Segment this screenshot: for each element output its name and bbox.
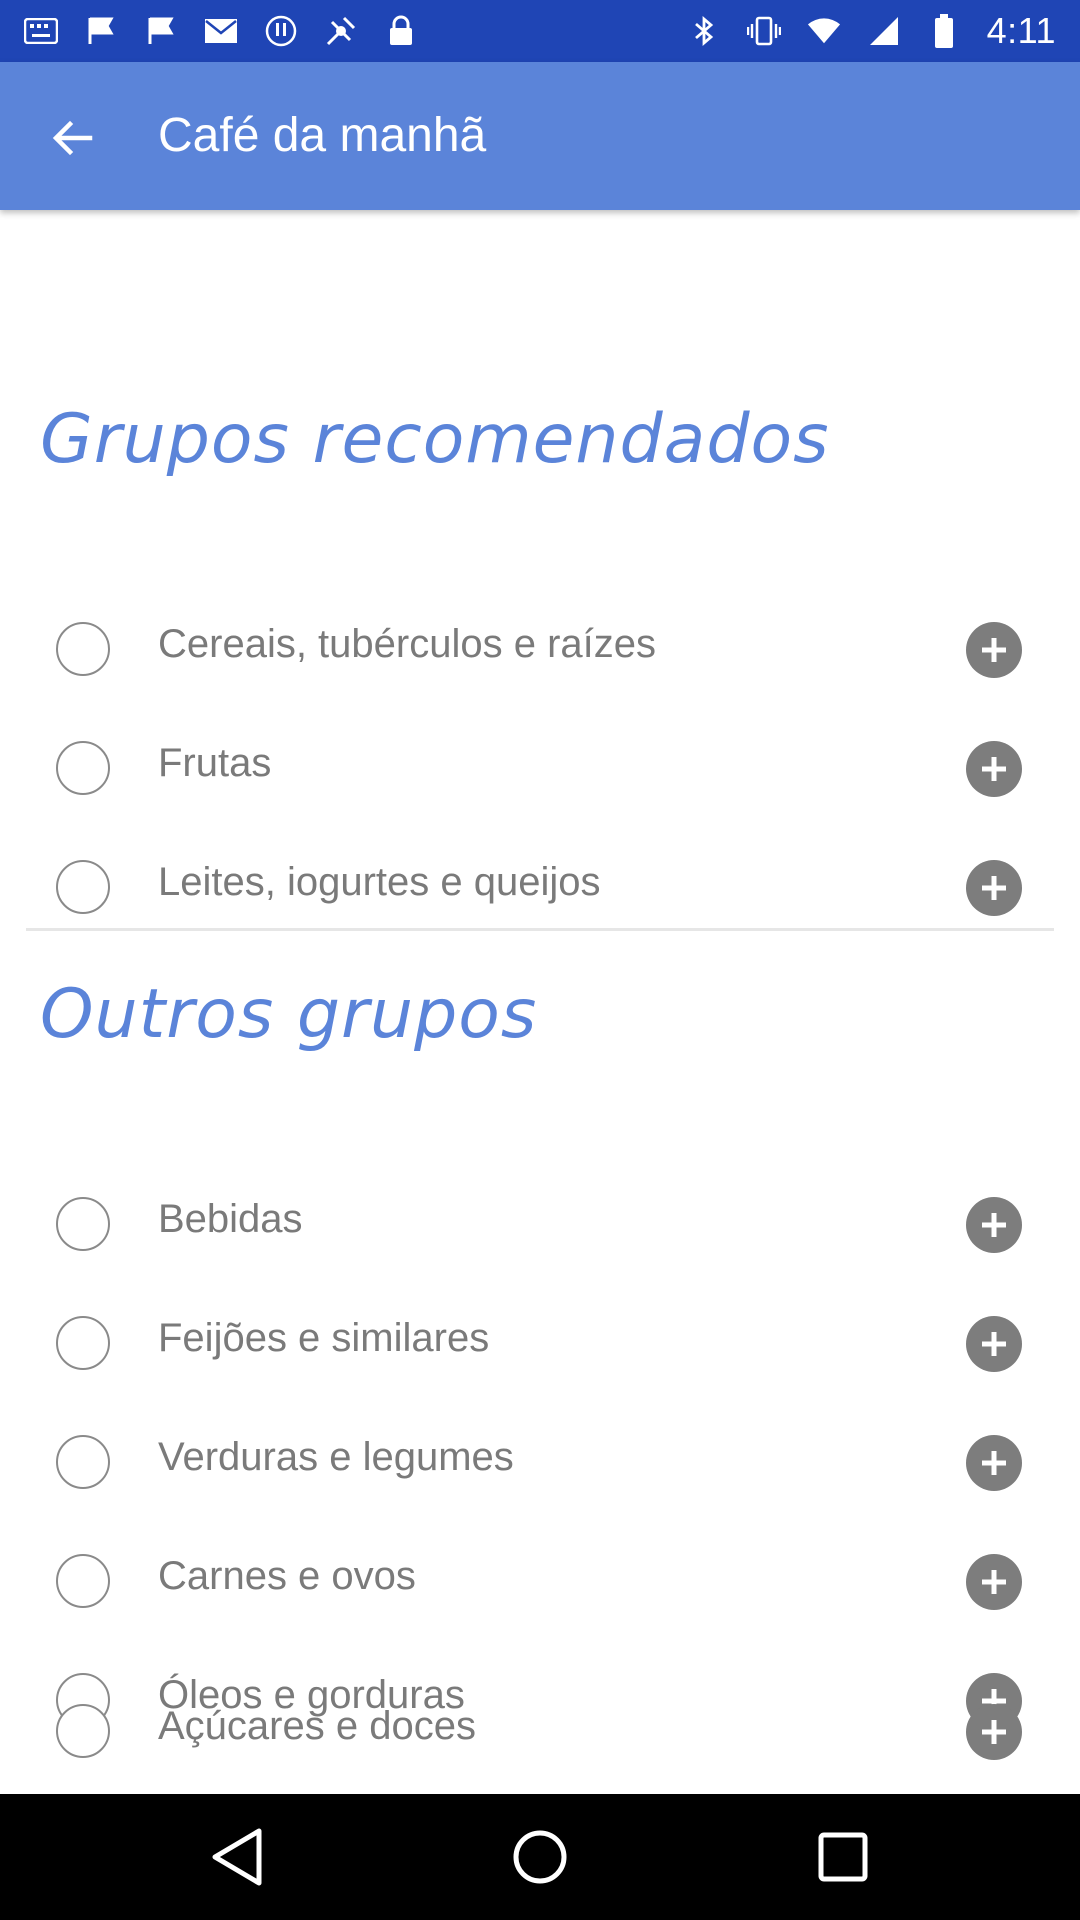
- section-title-recommended: Grupos recomendados: [40, 400, 830, 479]
- plus-icon: [982, 757, 1006, 781]
- radio-button[interactable]: [56, 622, 110, 676]
- radio-button[interactable]: [56, 741, 110, 795]
- add-button[interactable]: [966, 622, 1022, 678]
- add-button[interactable]: [966, 860, 1022, 916]
- add-button[interactable]: [966, 1316, 1022, 1372]
- signal-icon: [867, 14, 901, 48]
- keyboard-icon: [24, 14, 58, 48]
- section-title-others: Outros grupos: [40, 975, 538, 1054]
- radio-button[interactable]: [56, 1435, 110, 1489]
- radio-button[interactable]: [56, 1316, 110, 1370]
- back-button[interactable]: [36, 102, 108, 174]
- list-item[interactable]: Carnes e ovos: [0, 1524, 1080, 1643]
- item-label: Carnes e ovos: [158, 1554, 416, 1598]
- plus-icon: [982, 1213, 1006, 1237]
- bluetooth-icon: [687, 14, 721, 48]
- triangle-back-icon: [212, 1828, 262, 1886]
- list-item[interactable]: Feijões e similares: [0, 1286, 1080, 1405]
- radio-button[interactable]: [56, 1704, 110, 1758]
- plus-icon: [982, 638, 1006, 662]
- plus-icon: [982, 1332, 1006, 1356]
- add-button[interactable]: [966, 1435, 1022, 1491]
- arrow-left-icon: [52, 120, 93, 156]
- flag-icon: [84, 14, 118, 48]
- app-bar: Café da manhã: [0, 62, 1080, 210]
- add-button[interactable]: [966, 1197, 1022, 1253]
- status-left-icons: [24, 0, 418, 62]
- list-item[interactable]: Frutas: [0, 711, 1080, 830]
- radio-button[interactable]: [56, 1554, 110, 1608]
- nav-home-button[interactable]: [503, 1820, 577, 1894]
- mail-icon: [204, 14, 238, 48]
- clock: 4:11: [986, 10, 1056, 51]
- add-button[interactable]: [966, 1704, 1022, 1760]
- list-item[interactable]: Bebidas: [0, 1167, 1080, 1286]
- radio-button[interactable]: [56, 860, 110, 914]
- item-label: Frutas: [158, 741, 272, 785]
- nav-back-button[interactable]: [200, 1820, 274, 1894]
- group-list[interactable]: Grupos recomendados Cereais, tubérculos …: [0, 210, 1080, 1794]
- page-title: Café da manhã: [158, 109, 487, 162]
- item-label: Cereais, tubérculos e raízes: [158, 622, 657, 666]
- circle-home-icon: [513, 1830, 567, 1884]
- plus-icon: [982, 1451, 1006, 1475]
- vibrate-icon: [746, 14, 781, 48]
- nav-recents-button[interactable]: [806, 1820, 880, 1894]
- square-recents-icon: [818, 1832, 868, 1882]
- flag-icon: [144, 14, 178, 48]
- alert-icon: [264, 14, 298, 48]
- item-label: Verduras e legumes: [158, 1435, 514, 1479]
- list-item[interactable]: Leites, iogurtes e queijos: [0, 830, 1080, 949]
- item-label: Feijões e similares: [158, 1316, 490, 1360]
- status-bar: 4:11: [0, 0, 1080, 62]
- plus-icon: [982, 1720, 1006, 1744]
- wifi-icon: [807, 14, 841, 48]
- item-label: Bebidas: [158, 1197, 303, 1241]
- radio-button[interactable]: [56, 1197, 110, 1251]
- section-divider: [26, 928, 1054, 931]
- item-label: Leites, iogurtes e queijos: [158, 860, 601, 904]
- add-button[interactable]: [966, 741, 1022, 797]
- battery-icon: [927, 14, 961, 48]
- plus-icon: [982, 876, 1006, 900]
- plus-icon: [982, 1570, 1006, 1594]
- status-right-icons: 4:11: [687, 0, 1056, 62]
- add-button[interactable]: [966, 1554, 1022, 1610]
- list-item[interactable]: Verduras e legumes: [0, 1405, 1080, 1524]
- list-item[interactable]: Açúcares e doces: [0, 1674, 1080, 1793]
- location-icon: [324, 14, 358, 48]
- list-item[interactable]: Cereais, tubérculos e raízes: [0, 592, 1080, 711]
- item-label: Açúcares e doces: [158, 1704, 476, 1748]
- system-nav-bar: [0, 1794, 1080, 1920]
- lock-icon: [384, 14, 418, 48]
